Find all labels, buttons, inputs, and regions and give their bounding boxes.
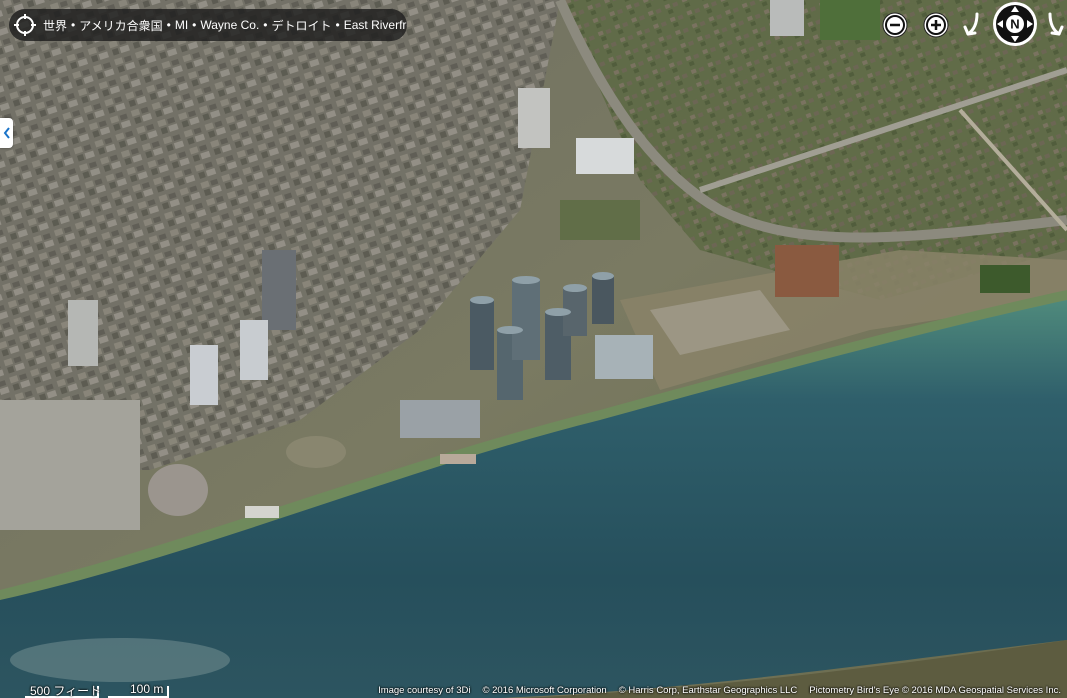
- breadcrumb-separator: •: [71, 18, 76, 32]
- zoom-out-button[interactable]: [880, 10, 910, 40]
- scale-bar: 500 フィート 100 m: [0, 682, 180, 698]
- breadcrumb-separator: •: [263, 18, 268, 32]
- arrow-down-left-icon: [963, 12, 979, 36]
- attribution-harris: © Harris Corp, Earthstar Geographics LLC: [618, 685, 798, 696]
- breadcrumb-item-country[interactable]: アメリカ合衆国: [79, 17, 162, 34]
- arrow-down-right-icon: [1048, 12, 1064, 36]
- scale-metric-label: 100 m: [130, 682, 164, 696]
- aerial-imagery[interactable]: [0, 0, 1067, 698]
- zoom-in-button[interactable]: [921, 10, 951, 40]
- attribution-microsoft: © 2016 Microsoft Corporation: [482, 685, 607, 696]
- breadcrumb-item-world[interactable]: 世界: [43, 17, 67, 34]
- rotate-left-button[interactable]: [959, 10, 987, 40]
- locate-me-icon[interactable]: [13, 13, 37, 37]
- breadcrumb-separator: •: [335, 18, 340, 32]
- breadcrumb: 世界 • アメリカ合衆国 • MI • Wayne Co. • デトロイト • …: [9, 9, 407, 41]
- scale-imperial-label: 500 フィート: [30, 684, 102, 698]
- attribution-pictometry: Pictometry Bird's Eye © 2016 MDA Geospat…: [809, 685, 1061, 696]
- attribution-3di: Image courtesy of 3Di: [378, 685, 471, 696]
- aerial-map-view[interactable]: 世界 • アメリカ合衆国 • MI • Wayne Co. • デトロイト • …: [0, 0, 1067, 698]
- breadcrumb-separator: •: [166, 18, 171, 32]
- attribution: Image courtesy of 3Di © 2016 Microsoft C…: [378, 685, 1061, 696]
- compass-north-label: N: [1010, 17, 1019, 32]
- breadcrumb-item-city[interactable]: デトロイト: [272, 17, 332, 34]
- side-panel-expander[interactable]: [0, 118, 13, 148]
- compass-icon: N: [993, 2, 1037, 46]
- breadcrumb-separator: •: [192, 18, 197, 32]
- breadcrumb-item-neighborhood[interactable]: East Riverfront: [344, 18, 407, 32]
- breadcrumb-item-county[interactable]: Wayne Co.: [200, 18, 259, 32]
- plus-circle-icon: [923, 12, 949, 38]
- rotate-right-button[interactable]: [1041, 10, 1067, 40]
- minus-circle-icon: [882, 12, 908, 38]
- compass-button[interactable]: N: [991, 0, 1039, 48]
- breadcrumb-item-state[interactable]: MI: [175, 18, 188, 32]
- chevron-left-icon: [3, 127, 10, 139]
